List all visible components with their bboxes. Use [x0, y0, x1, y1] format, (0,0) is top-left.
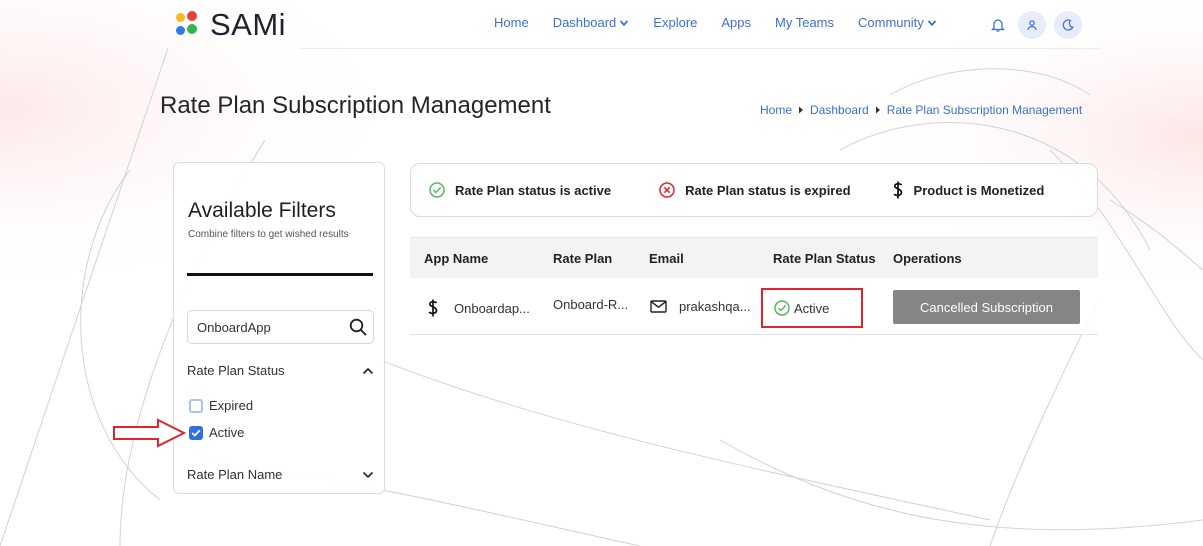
chevron-down-icon: [620, 19, 629, 26]
search-button[interactable]: [343, 318, 373, 336]
table-row: Onboardap... Onboard-R... prakashqa... A…: [410, 278, 1098, 335]
sami-logo-icon: [176, 11, 198, 39]
legend-expired-label: Rate Plan status is expired: [685, 182, 851, 198]
status-legend: Rate Plan status is active Rate Plan sta…: [410, 163, 1098, 217]
nav-dashboard-label: Dashboard: [552, 15, 617, 30]
email-cell: prakashqa...: [650, 299, 751, 314]
search-value: OnboardApp: [197, 319, 271, 335]
dollar-icon: [428, 299, 438, 317]
top-nav: Home Dashboard Explore Apps My Teams Com…: [494, 15, 961, 30]
rate-plan-status-label: Rate Plan Status: [187, 363, 285, 378]
breadcrumb-dashboard[interactable]: Dashboard: [810, 103, 869, 117]
col-email: Email: [649, 250, 684, 266]
check-circle-icon: [774, 300, 790, 316]
user-icon: [1027, 20, 1037, 31]
col-operations: Operations: [893, 250, 962, 266]
chevron-up-icon: [362, 367, 374, 374]
search-icon: [349, 318, 367, 336]
search-input[interactable]: OnboardApp: [187, 310, 374, 344]
legend-active-label: Rate Plan status is active: [455, 182, 612, 198]
subscriptions-table: App Name Rate Plan Email Rate Plan Statu…: [410, 237, 1098, 335]
header-divider: [300, 48, 1100, 49]
status-highlight-box: Active: [761, 288, 863, 328]
active-checkbox[interactable]: [189, 425, 203, 440]
legend-active: Rate Plan status is active: [428, 181, 611, 199]
check-icon: [191, 429, 201, 437]
nav-home[interactable]: Home: [494, 15, 529, 30]
nav-dashboard[interactable]: Dashboard: [553, 15, 630, 30]
email-value: prakashqa...: [679, 299, 751, 314]
x-circle-icon: [659, 182, 675, 198]
chevron-down-icon: [927, 19, 936, 26]
dollar-icon: [893, 181, 902, 199]
rate-plan-name-label: Rate Plan Name: [187, 467, 283, 482]
app-name-cell: Onboardap...: [426, 298, 530, 318]
legend-monetized-label: Product is Monetized: [913, 182, 1045, 198]
active-label: Active: [209, 425, 245, 440]
page-title: Rate Plan Subscription Management: [160, 92, 551, 119]
rate-plan-status-toggle[interactable]: Rate Plan Status: [187, 363, 374, 378]
breadcrumb-home[interactable]: Home: [760, 103, 792, 117]
header-actions: [986, 11, 1082, 39]
bell-icon: [991, 19, 1005, 32]
rate-plan-cell: Onboard-R...: [553, 297, 629, 312]
col-rate-plan-status: Rate Plan Status: [773, 250, 876, 266]
filters-divider: [187, 273, 373, 276]
filters-panel: Available Filters Combine filters to get…: [173, 162, 385, 494]
chevron-down-icon: [362, 471, 374, 478]
status-value: Active: [794, 300, 830, 316]
nav-explore-label: Explore: [653, 15, 698, 30]
breadcrumb: Home Dashboard Rate Plan Subscription Ma…: [760, 103, 1082, 117]
app-name-value: Onboardap...: [454, 300, 530, 316]
theme-toggle-button[interactable]: [1054, 11, 1082, 39]
breadcrumb-current[interactable]: Rate Plan Subscription Management: [887, 103, 1082, 117]
nav-apps-label: Apps: [721, 15, 752, 30]
legend-monetized: Product is Monetized: [891, 180, 1045, 200]
check-circle-icon: [429, 182, 445, 198]
filter-option-active[interactable]: Active: [189, 425, 244, 440]
nav-my-teams[interactable]: My Teams: [775, 15, 834, 30]
rate-plan-name-toggle[interactable]: Rate Plan Name: [187, 467, 374, 482]
filter-option-expired[interactable]: Expired: [189, 398, 253, 413]
filters-subtitle: Combine filters to get wished results: [188, 229, 349, 240]
nav-my-teams-label: My Teams: [775, 15, 835, 30]
nav-apps[interactable]: Apps: [721, 15, 751, 30]
cancelled-subscription-button[interactable]: Cancelled Subscription: [893, 290, 1080, 324]
logo-text: SAMi: [210, 7, 287, 42]
nav-explore[interactable]: Explore: [653, 15, 697, 30]
expired-checkbox[interactable]: [189, 398, 203, 413]
nav-community[interactable]: Community: [858, 15, 937, 30]
nav-home-label: Home: [494, 15, 529, 30]
col-app-name: App Name: [424, 250, 489, 266]
moon-icon: [1062, 19, 1074, 31]
legend-expired: Rate Plan status is expired: [658, 181, 851, 199]
red-arrow-annotation: [113, 418, 186, 448]
profile-button[interactable]: [1018, 11, 1046, 39]
filters-title: Available Filters: [188, 199, 336, 222]
caret-right-icon: [875, 106, 880, 114]
nav-community-label: Community: [858, 15, 924, 30]
caret-right-icon: [799, 106, 804, 114]
notifications-button[interactable]: [986, 11, 1010, 39]
mail-icon: [650, 300, 667, 313]
col-rate-plan: Rate Plan: [553, 250, 613, 266]
table-header: App Name Rate Plan Email Rate Plan Statu…: [410, 237, 1098, 278]
expired-label: Expired: [209, 398, 254, 413]
sami-logo[interactable]: SAMi: [176, 7, 286, 43]
